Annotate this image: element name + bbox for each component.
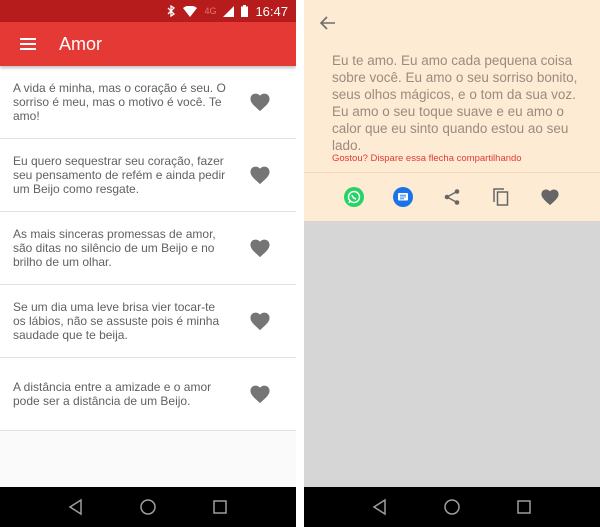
quote-list: A vida é minha, mas o coração é seu. O s… bbox=[0, 66, 296, 431]
quote-text: A vida é minha, mas o coração é seu. O s… bbox=[13, 81, 226, 123]
favorite-button[interactable] bbox=[539, 186, 561, 208]
list-item[interactable]: Eu quero sequestrar seu coração, fazer s… bbox=[0, 139, 296, 212]
heart-icon[interactable] bbox=[249, 238, 271, 258]
whatsapp-icon bbox=[343, 187, 364, 207]
arrow-back-icon[interactable] bbox=[318, 13, 338, 33]
share-prompt: Gostou? Dispare essa flecha compartilhan… bbox=[332, 153, 522, 164]
whatsapp-button[interactable] bbox=[343, 186, 365, 208]
heart-icon[interactable] bbox=[249, 384, 271, 404]
navigation-bar bbox=[0, 487, 296, 527]
nav-home-icon[interactable] bbox=[443, 498, 461, 516]
heart-icon bbox=[541, 189, 559, 206]
action-bar bbox=[304, 184, 600, 210]
list-item[interactable]: Se um dia uma leve brisa vier tocar-te o… bbox=[0, 285, 296, 358]
clock: 16:47 bbox=[255, 3, 288, 19]
list-item[interactable]: A vida é minha, mas o coração é seu. O s… bbox=[0, 66, 296, 139]
signal-icon bbox=[223, 5, 235, 17]
wifi-icon bbox=[183, 5, 198, 17]
list-item[interactable]: As mais sinceras promessas de amor, são … bbox=[0, 212, 296, 285]
nav-back-icon[interactable] bbox=[67, 498, 85, 516]
copy-icon bbox=[493, 188, 509, 206]
quote-text: As mais sinceras promessas de amor, são … bbox=[13, 227, 216, 269]
nav-recents-icon[interactable] bbox=[515, 498, 533, 516]
divider bbox=[304, 172, 600, 173]
messages-button[interactable] bbox=[392, 186, 414, 208]
heart-icon[interactable] bbox=[249, 311, 271, 331]
quote-text: Eu te amo. Eu amo cada pequena coisa sob… bbox=[332, 53, 578, 153]
heart-icon[interactable] bbox=[249, 92, 271, 112]
share-button[interactable] bbox=[441, 186, 463, 208]
bluetooth-icon bbox=[167, 5, 176, 17]
quote-text: Eu quero sequestrar seu coração, fazer s… bbox=[13, 154, 226, 196]
list-item[interactable]: A distância entre a amizade e o amor pod… bbox=[0, 358, 296, 431]
page-title: Amor bbox=[59, 33, 103, 54]
navigation-bar bbox=[304, 487, 600, 527]
quote-card: Eu te amo. Eu amo cada pequena coisa sob… bbox=[304, 0, 600, 221]
menu-icon[interactable] bbox=[0, 22, 56, 66]
share-icon bbox=[444, 189, 460, 205]
right-screen: Eu te amo. Eu amo cada pequena coisa sob… bbox=[304, 0, 600, 527]
status-bar: 4G 16:47 bbox=[0, 0, 296, 22]
nav-back-icon[interactable] bbox=[371, 498, 389, 516]
nav-recents-icon[interactable] bbox=[211, 498, 229, 516]
messages-icon bbox=[392, 187, 413, 207]
app-bar: Amor bbox=[0, 22, 296, 66]
copy-button[interactable] bbox=[490, 186, 512, 208]
quote-text: A distância entre a amizade e o amor pod… bbox=[13, 380, 212, 408]
quote-text: Se um dia uma leve brisa vier tocar-te o… bbox=[13, 300, 220, 342]
left-screen: 4G 16:47 Amor A vida é minha, mas o cora… bbox=[0, 0, 296, 527]
network-type: 4G bbox=[204, 6, 217, 16]
battery-icon bbox=[241, 5, 249, 17]
heart-icon[interactable] bbox=[249, 165, 271, 185]
nav-home-icon[interactable] bbox=[139, 498, 157, 516]
